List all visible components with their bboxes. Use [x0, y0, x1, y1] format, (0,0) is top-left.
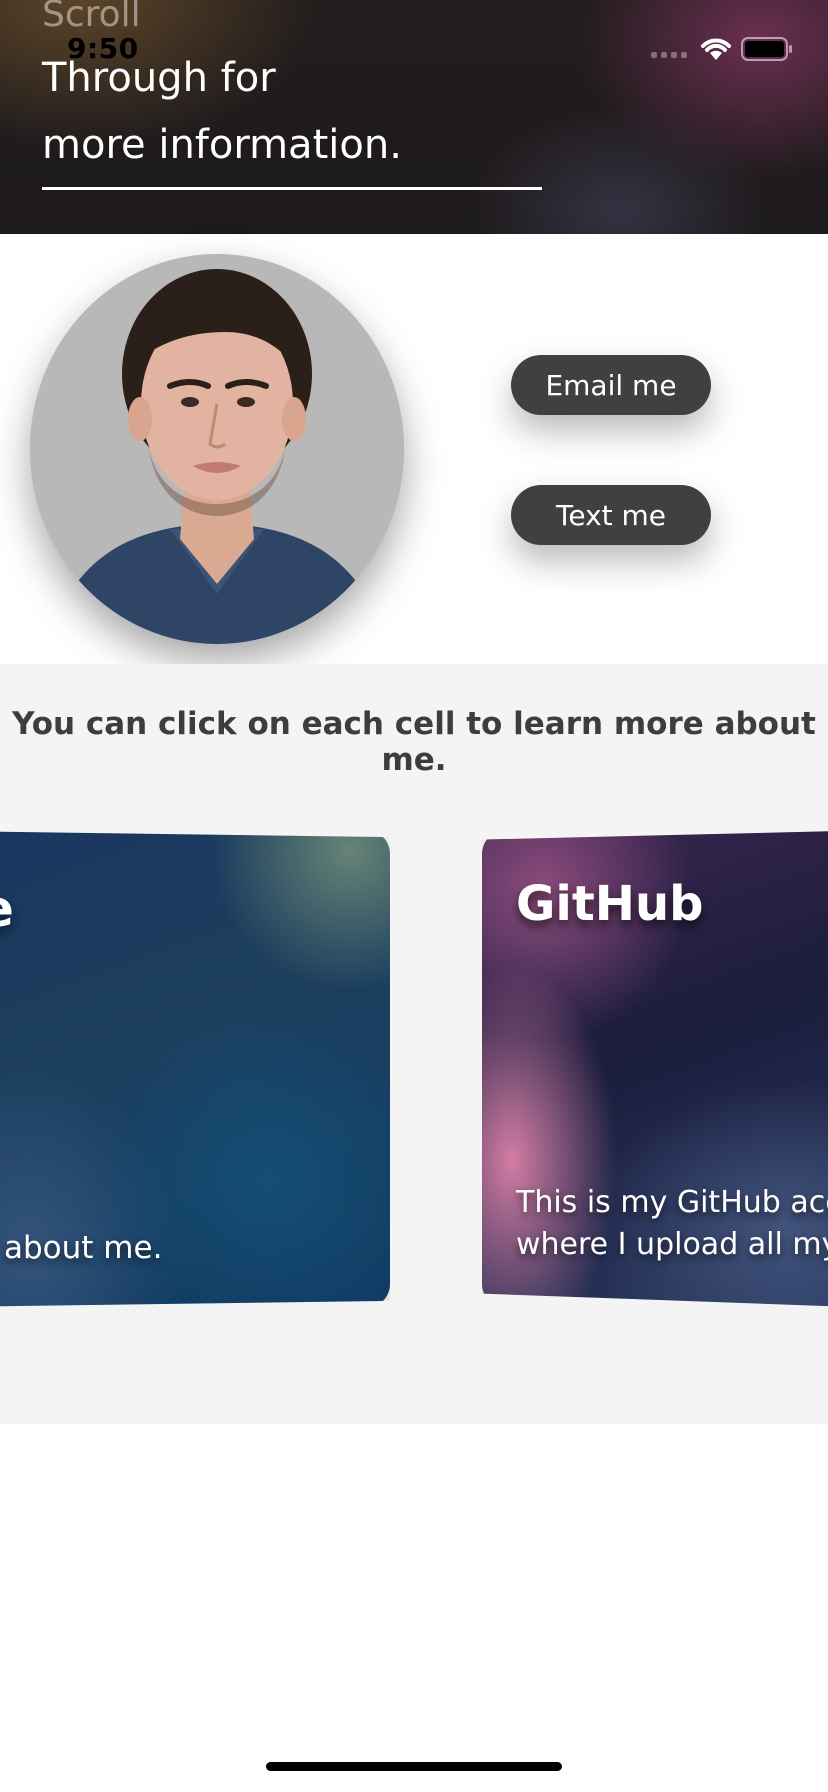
header: Scroll Through for more information. 9:5…: [0, 0, 828, 234]
card-body-line-1: This is my GitHub acco: [516, 1185, 828, 1220]
card-body: about me.: [4, 1230, 163, 1266]
battery-icon: [741, 37, 792, 61]
header-underline: [42, 187, 542, 190]
status-time: 9:50: [67, 32, 139, 65]
avatar: [30, 254, 404, 644]
card-body-line-2: where I upload all my: [516, 1227, 828, 1262]
card-title: GitHub: [516, 876, 704, 932]
signal-icon: [651, 52, 687, 58]
cells-hint: You can click on each cell to learn more…: [12, 706, 816, 778]
github-card[interactable]: GitHub This is my GitHub acco where I up…: [482, 830, 828, 1308]
profile-photo: [30, 254, 404, 644]
home-indicator[interactable]: [266, 1762, 562, 1771]
card-title: e: [0, 880, 14, 938]
wifi-icon: [701, 38, 731, 60]
text-me-button[interactable]: Text me: [511, 485, 711, 545]
header-scroll-word: Scroll: [42, 0, 141, 35]
cards-section: You can click on each cell to learn more…: [0, 664, 828, 1424]
email-me-button[interactable]: Email me: [511, 355, 711, 415]
header-line-2: more information.: [42, 122, 402, 168]
about-card[interactable]: e about me.: [0, 830, 390, 1308]
card-body: This is my GitHub acco where I upload al…: [516, 1182, 828, 1266]
